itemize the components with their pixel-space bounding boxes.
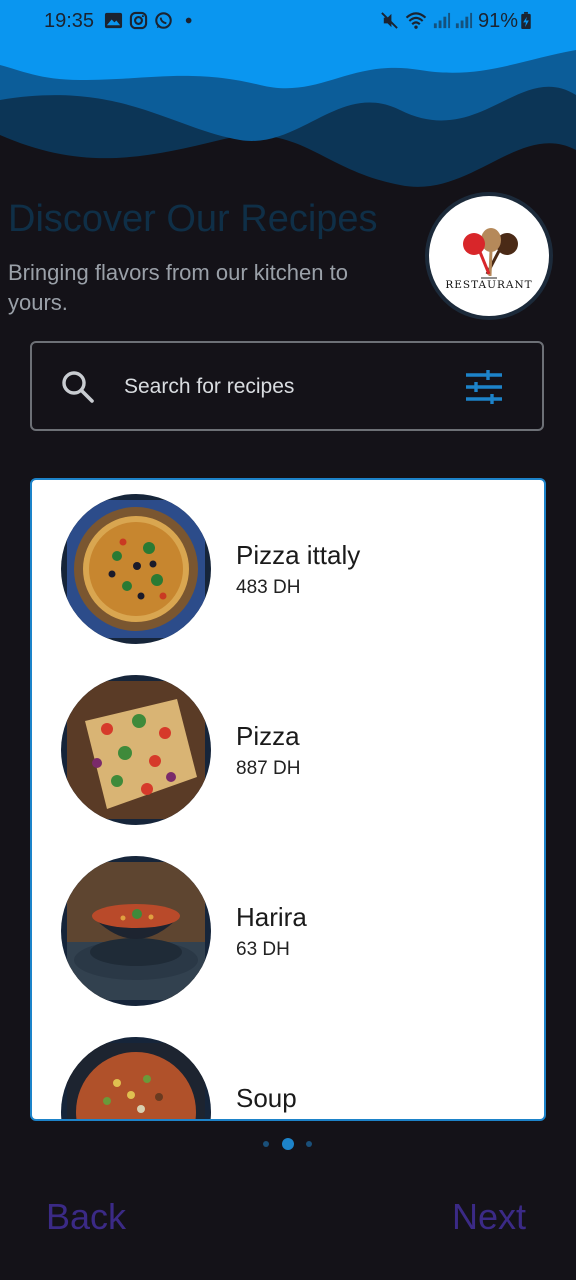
signal-icon-2 (455, 12, 473, 29)
search-input[interactable]: Search for recipes (124, 375, 294, 399)
recipe-name: Harira (236, 902, 307, 932)
search-bar[interactable]: Search for recipes (30, 341, 544, 431)
recipe-price: 483 DH (236, 577, 301, 598)
recipe-item-pizza-ittaly[interactable]: Pizza ittaly 483 DH (32, 480, 544, 644)
restaurant-logo: RESTAURANT (425, 192, 553, 320)
back-button[interactable]: Back (46, 1196, 126, 1238)
page-title: Discover Our Recipes (8, 198, 378, 240)
spoons-icon (463, 228, 518, 279)
recipe-image (61, 494, 211, 644)
recipe-item-harira[interactable]: Harira 63 DH (32, 842, 544, 1006)
status-time: 19:35 (44, 10, 95, 32)
recipe-name: Pizza (236, 721, 300, 751)
logo-text: RESTAURANT (445, 279, 533, 291)
next-button[interactable]: Next (452, 1196, 526, 1238)
recipe-name: Pizza ittaly (236, 540, 361, 570)
tune-icon[interactable] (464, 367, 504, 407)
recipe-price: 63 DH (236, 939, 290, 960)
page-indicator-dot (263, 1141, 269, 1147)
recipe-name: Soup (236, 1083, 297, 1113)
recipe-item-soup[interactable]: Soup (32, 1023, 544, 1119)
notification-dot-icon (185, 17, 192, 24)
recipe-list[interactable]: Pizza ittaly 483 DH Pizza 887 DH Harira … (30, 478, 546, 1121)
instagram-icon (129, 11, 148, 30)
recipe-image (61, 1037, 211, 1119)
battery-percent: 91% (478, 10, 519, 32)
app-screen: 19:35 91% Discover Our Recipes Bringing … (0, 0, 576, 1280)
page-indicator-dot-active (282, 1138, 294, 1150)
recipe-price: 887 DH (236, 758, 301, 779)
whatsapp-icon (155, 12, 172, 29)
page-subtitle: Bringing flavors from our kitchen to you… (8, 260, 348, 315)
gallery-icon (104, 12, 123, 29)
battery-charging-icon (521, 11, 531, 30)
recipe-item-pizza[interactable]: Pizza 887 DH (32, 661, 544, 825)
page-indicator-dot (306, 1141, 312, 1147)
recipe-image (61, 856, 211, 1006)
wifi-icon (405, 12, 427, 29)
signal-icon (433, 12, 451, 29)
search-icon[interactable] (60, 369, 96, 405)
status-bar: 19:35 91% (0, 0, 576, 42)
mute-icon (381, 12, 398, 29)
recipe-image (61, 675, 211, 825)
